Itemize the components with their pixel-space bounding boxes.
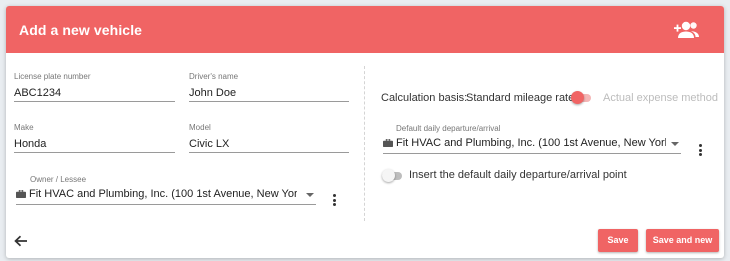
owner-value: Fit HVAC and Plumbing, Inc. (100 1st Ave…: [29, 188, 297, 200]
make-value[interactable]: Honda: [14, 138, 175, 151]
make-label: Make: [14, 123, 34, 132]
chevron-down-icon[interactable]: [671, 142, 679, 146]
owner-select[interactable]: Owner / Lessee Fit HVAC and Plumbing, In…: [16, 175, 316, 205]
arrow-left-icon[interactable]: [14, 235, 28, 247]
calculation-basis-label: Calculation basis:: [381, 92, 468, 104]
actual-expense-label[interactable]: Actual expense method: [603, 92, 718, 104]
departure-more-icon[interactable]: [699, 144, 703, 158]
briefcase-icon: [383, 139, 393, 147]
save-and-new-button[interactable]: Save and new: [646, 229, 719, 252]
calculation-basis-toggle[interactable]: [571, 91, 595, 104]
save-button[interactable]: Save: [598, 229, 638, 252]
owner-label: Owner / Lessee: [30, 175, 87, 184]
add-user-icon[interactable]: [674, 20, 700, 40]
driver-name-value[interactable]: John Doe: [189, 87, 349, 100]
dialog-header: Add a new vehicle: [6, 6, 724, 53]
license-plate-field[interactable]: License plate number ABC1234: [14, 72, 175, 102]
add-vehicle-dialog: Add a new vehicle License plate number A…: [6, 6, 724, 258]
license-plate-value[interactable]: ABC1234: [14, 87, 175, 100]
model-field[interactable]: Model Civic LX: [189, 123, 349, 153]
chevron-down-icon[interactable]: [306, 193, 314, 197]
driver-name-label: Driver's name: [189, 72, 239, 81]
departure-label: Default daily departure/arrival: [396, 124, 501, 133]
model-value[interactable]: Civic LX: [189, 138, 349, 151]
driver-name-field[interactable]: Driver's name John Doe: [189, 72, 349, 102]
standard-mileage-label[interactable]: Standard mileage rate: [466, 92, 574, 104]
make-field[interactable]: Make Honda: [14, 123, 175, 153]
briefcase-icon: [16, 190, 26, 198]
insert-default-toggle[interactable]: [382, 169, 406, 182]
departure-select[interactable]: Default daily departure/arrival Fit HVAC…: [383, 124, 681, 154]
license-plate-label: License plate number: [14, 72, 91, 81]
insert-default-label: Insert the default daily departure/arriv…: [409, 169, 627, 181]
column-divider: [364, 66, 365, 221]
owner-more-icon[interactable]: [333, 194, 337, 208]
departure-value: Fit HVAC and Plumbing, Inc. (100 1st Ave…: [396, 137, 666, 149]
dialog-title: Add a new vehicle: [19, 22, 143, 38]
model-label: Model: [189, 123, 211, 132]
